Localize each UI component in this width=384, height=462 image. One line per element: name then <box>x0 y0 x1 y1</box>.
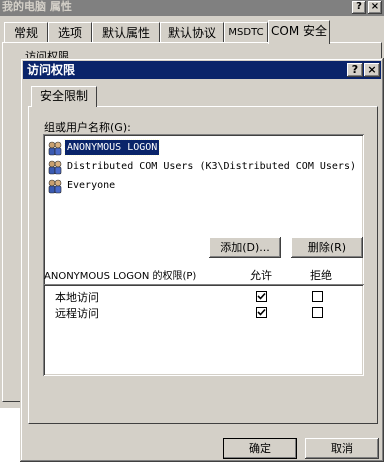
permissions-label: ANONYMOUS LOGON 的权限(P) <box>44 271 197 282</box>
local-access-deny-checkbox[interactable] <box>312 291 323 302</box>
user-name: ANONYMOUS LOGON <box>63 139 161 156</box>
permissions-list: 本地访问 远程访问 <box>43 284 364 376</box>
tab-security-limits[interactable]: 安全限制 <box>31 86 97 107</box>
deny-header: 拒绝 <box>310 269 332 282</box>
ok-button-label: 确定 <box>249 442 271 455</box>
users-listbox[interactable]: ANONYMOUS LOGON Distributed COM Users (K… <box>43 134 364 288</box>
checkmark-icon <box>257 308 266 316</box>
access-permission-dialog: 访问权限 ? × 安全限制 组或用户名称(G): ANONYMOUS LOGON… <box>20 58 384 462</box>
checkmark-icon <box>257 292 266 300</box>
group-users-icon <box>48 141 62 155</box>
list-item-anonymous-logon[interactable]: ANONYMOUS LOGON <box>47 139 161 156</box>
permission-name: 本地访问 <box>55 291 99 304</box>
users-label: 组或用户名称(G): <box>44 121 131 134</box>
list-item-everyone[interactable]: Everyone <box>47 177 117 194</box>
ok-button[interactable]: 确定 <box>223 438 297 459</box>
remote-access-deny-checkbox[interactable] <box>312 307 323 318</box>
user-name: Everyone <box>67 180 116 191</box>
tab-options[interactable]: 选项 <box>48 22 92 42</box>
group-users-icon <box>48 160 62 174</box>
cancel-button[interactable]: 取消 <box>305 438 379 459</box>
user-name: Distributed COM Users (K3\Distributed CO… <box>67 161 356 172</box>
tab-default-protocols[interactable]: 默认协议 <box>160 22 224 42</box>
background-help-button[interactable]: ? <box>352 1 366 14</box>
tab-general[interactable]: 常规 <box>4 22 48 42</box>
help-button[interactable]: ? <box>347 63 363 77</box>
list-item-distributed-com-users[interactable]: Distributed COM Users (K3\Distributed CO… <box>47 158 358 175</box>
remove-button[interactable]: 删除(R) <box>291 237 363 258</box>
local-access-allow-checkbox[interactable] <box>256 291 267 302</box>
close-button[interactable]: × <box>364 63 380 77</box>
group-users-icon <box>48 179 62 193</box>
background-window-title: 我的电脑 属性 <box>0 0 384 16</box>
permission-name: 远程访问 <box>55 307 99 320</box>
add-button[interactable]: 添加(D)... <box>209 237 281 258</box>
tab-com-security[interactable]: COM 安全 <box>268 20 330 44</box>
tab-default-properties[interactable]: 默认属性 <box>92 22 160 42</box>
allow-header: 允许 <box>250 269 272 282</box>
background-close-button[interactable]: × <box>368 1 382 14</box>
tab-msdtc[interactable]: MSDTC <box>224 22 268 42</box>
dialog-title: 访问权限 <box>23 61 381 79</box>
remote-access-allow-checkbox[interactable] <box>256 307 267 318</box>
